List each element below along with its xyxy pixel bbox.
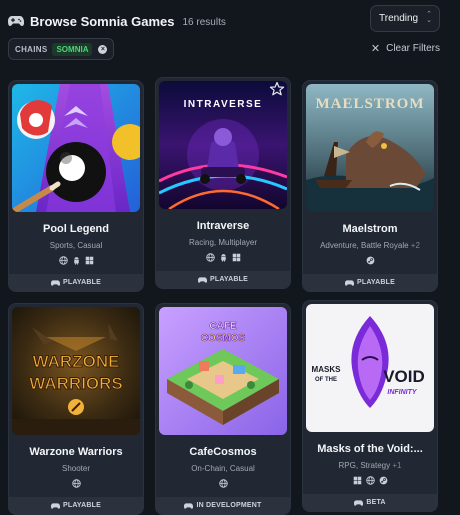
platform-icons [156, 479, 290, 488]
gamepad-icon [354, 500, 363, 506]
gamepad-icon [51, 280, 60, 286]
steam-icon [379, 476, 388, 485]
globe-icon [206, 253, 215, 262]
game-thumbnail: WARZONE WARRIORS [12, 307, 140, 435]
page-title: Browse Somnia Games [30, 13, 175, 29]
sort-dropdown[interactable]: Trending ⌃ ⌄ [370, 5, 440, 32]
globe-icon [366, 476, 375, 485]
status-badge: PLAYABLE [303, 274, 437, 291]
game-genres: RPG, Strategy +1 [338, 461, 402, 470]
filter-chip-key: CHAINS [15, 44, 48, 54]
game-thumbnail: MASKS OF THE VOID INFINITY [306, 304, 434, 432]
game-genres: Sports, Casual [49, 241, 103, 250]
sort-label: Trending [379, 13, 419, 24]
filter-chip-chains: CHAINS SOMNIA × [8, 38, 115, 60]
svg-text:INTRAVERSE: INTRAVERSE [184, 99, 263, 110]
game-genres: On-Chain, Casual [191, 464, 255, 473]
status-badge: PLAYABLE [9, 497, 143, 514]
game-thumbnail: MAELSTROM [306, 84, 434, 212]
game-card-cafecosmos[interactable]: CAFE COSMOS CafeCosmos On-Chain, Casual … [155, 303, 291, 515]
game-thumbnail: CAFE COSMOS [159, 307, 287, 435]
status-badge: PLAYABLE [9, 274, 143, 291]
svg-text:VOID: VOID [383, 367, 425, 386]
globe-icon [59, 256, 68, 265]
close-icon: ✕ [370, 43, 381, 55]
platform-icons [9, 256, 143, 265]
windows-icon [232, 253, 241, 262]
status-badge: BETA [303, 494, 437, 511]
game-card-warzone-warriors[interactable]: WARZONE WARRIORS Warzone Warriors Shoote… [8, 303, 144, 515]
game-title: Intraverse [196, 220, 250, 232]
result-count: 16 results [182, 16, 226, 28]
android-icon [72, 256, 81, 265]
game-title: Warzone Warriors [29, 446, 123, 458]
windows-icon [353, 476, 362, 485]
game-thumbnail [12, 84, 140, 212]
gamepad-icon [198, 277, 207, 283]
clear-filters-button[interactable]: ✕ Clear Filters [371, 42, 440, 55]
gamepad-icon [184, 503, 193, 509]
game-card-pool-legend[interactable]: Pool Legend Sports, Casual PLAYABLE [8, 80, 144, 292]
filter-bar: CHAINS SOMNIA × ✕ Clear Filters [8, 38, 440, 62]
steam-icon [366, 256, 375, 265]
remove-filter-icon[interactable]: × [98, 44, 108, 54]
svg-text:MAELSTROM: MAELSTROM [315, 96, 424, 112]
game-title: Masks of the Void:... [317, 443, 423, 455]
globe-icon [219, 479, 228, 488]
gamepad-icon [8, 16, 24, 26]
game-card-masks-of-the-void[interactable]: MASKS OF THE VOID INFINITY Masks of the … [302, 300, 438, 512]
gamepad-icon [51, 503, 60, 509]
svg-text:WARZONE: WARZONE [33, 352, 120, 371]
platform-icons [156, 253, 290, 262]
svg-text:OF THE: OF THE [315, 377, 337, 383]
svg-text:CAFE: CAFE [209, 321, 237, 332]
svg-text:COSMOS: COSMOS [201, 333, 246, 344]
sort-chevron-icon: ⌃ ⌄ [426, 11, 432, 24]
android-icon [219, 253, 228, 262]
game-genres: Adventure, Battle Royale +2 [320, 241, 420, 250]
filter-chip-value: SOMNIA [52, 42, 93, 56]
svg-text:INFINITY: INFINITY [387, 389, 417, 396]
status-badge: IN DEVELOPMENT [156, 497, 290, 514]
game-title: Pool Legend [43, 223, 109, 235]
game-card-intraverse[interactable]: INTRAVERSE Intraverse Racing, Multiplaye… [155, 77, 291, 289]
game-card-maelstrom[interactable]: MAELSTROM Maelstrom Adventure, Battle Ro… [302, 80, 438, 292]
favorite-star-icon[interactable] [269, 81, 285, 97]
game-thumbnail: INTRAVERSE [159, 81, 287, 209]
platform-icons [303, 476, 437, 485]
game-title: Maelstrom [342, 223, 398, 235]
status-badge: PLAYABLE [156, 271, 290, 288]
game-title: CafeCosmos [189, 446, 257, 458]
windows-icon [85, 256, 94, 265]
platform-icons [303, 256, 437, 265]
clear-filters-label: Clear Filters [386, 43, 440, 54]
svg-text:WARRIORS: WARRIORS [29, 374, 123, 393]
game-genres: Racing, Multiplayer [188, 238, 258, 247]
platform-icons [9, 479, 143, 488]
globe-icon [72, 479, 81, 488]
gamepad-icon [345, 280, 354, 286]
game-genres: Shooter [61, 464, 91, 473]
svg-text:MASKS: MASKS [312, 365, 342, 374]
